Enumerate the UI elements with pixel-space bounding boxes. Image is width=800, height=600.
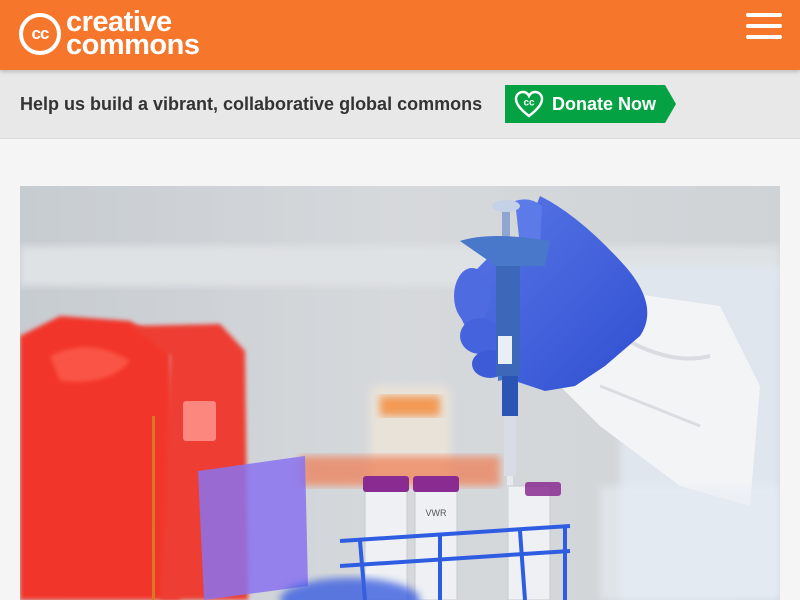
menu-bar [746, 24, 782, 28]
purple-rack-panel [198, 456, 308, 600]
tube-label: VWR [426, 508, 447, 518]
menu-bar [746, 13, 782, 17]
site-header: cc creative commons [0, 0, 800, 70]
lab-photo-illustration: VWR [20, 186, 780, 600]
donation-banner: Help us build a vibrant, collaborative g… [0, 70, 800, 139]
donate-label: Donate Now [552, 94, 657, 114]
banner-message: Help us build a vibrant, collaborative g… [20, 94, 483, 114]
menu-bar [746, 35, 782, 39]
logo-line-commons: commons [66, 29, 200, 61]
hamburger-menu-icon[interactable] [746, 13, 782, 39]
logo-wordmark: creative commons [66, 8, 200, 61]
donate-now-button[interactable]: cc Donate Now [505, 85, 676, 123]
creative-commons-logo[interactable]: cc creative commons [19, 8, 200, 61]
cc-logo-mark: cc [19, 13, 61, 55]
cc-heart-icon: cc [514, 90, 544, 118]
hero-image-lab-pipette: VWR [20, 186, 780, 600]
svg-text:cc: cc [523, 98, 535, 109]
